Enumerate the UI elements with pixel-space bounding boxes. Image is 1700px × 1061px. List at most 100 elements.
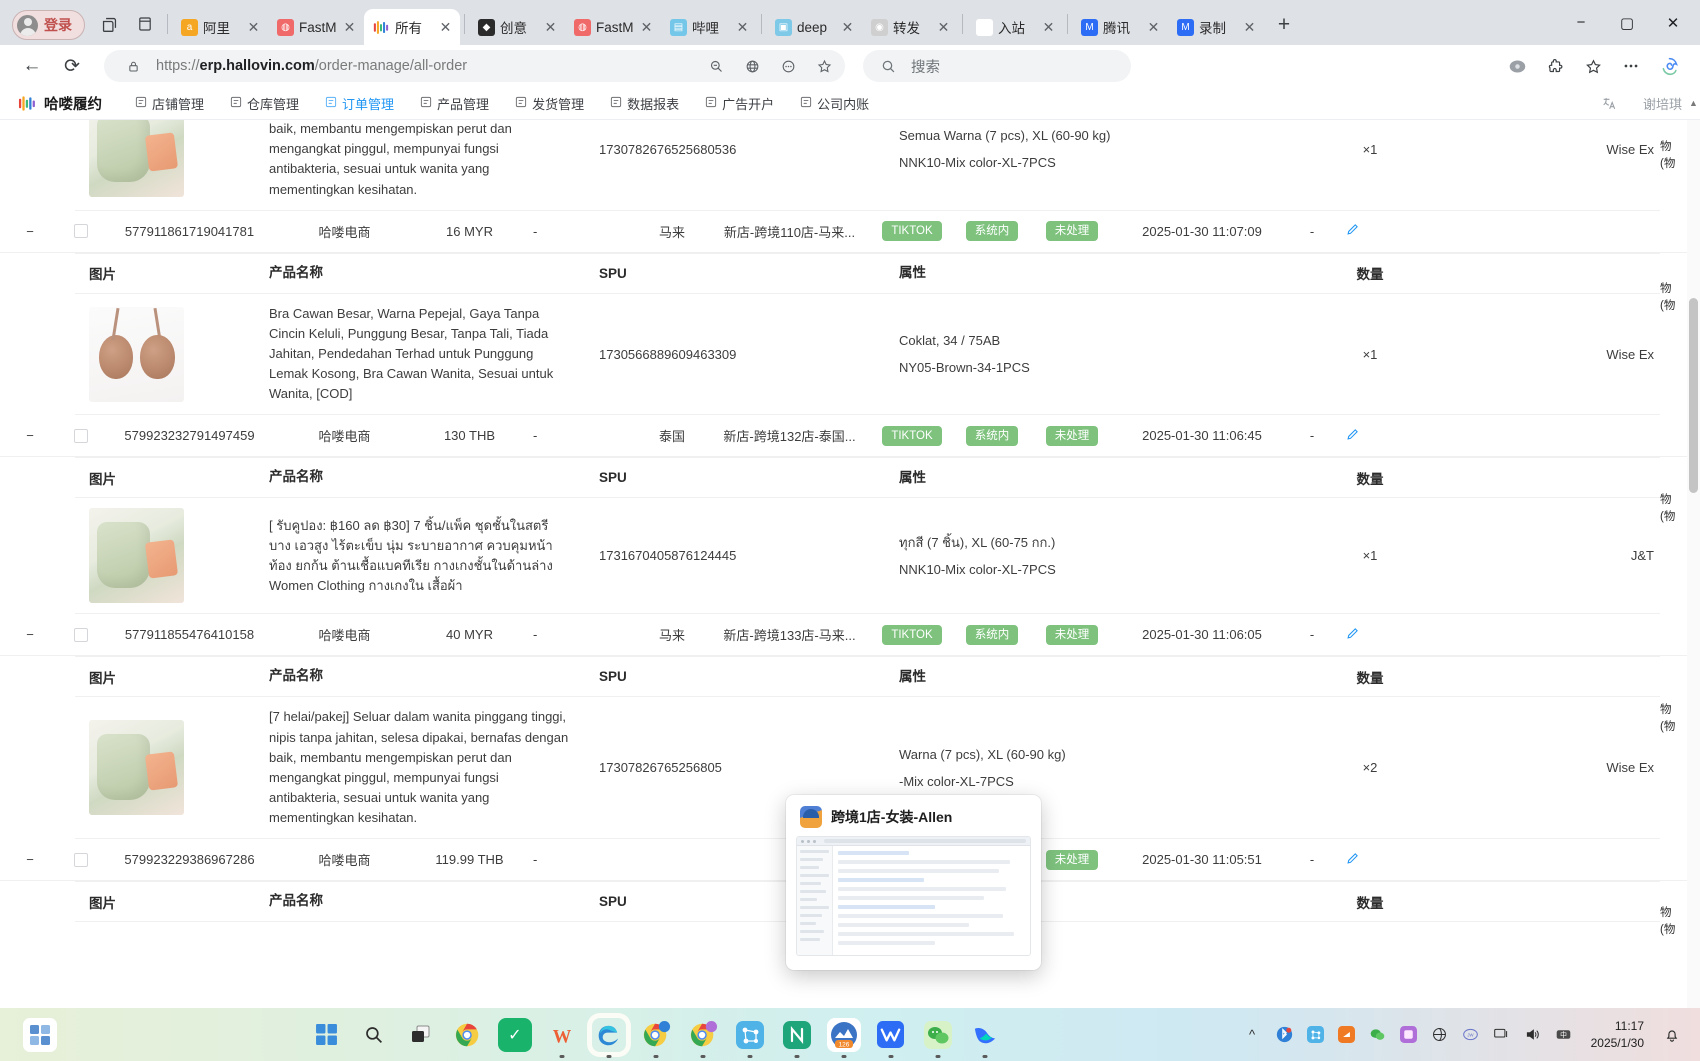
chrome-profile-icon[interactable] — [639, 1018, 673, 1052]
browser-tab-7[interactable]: ◉ 转发 ✕ — [862, 9, 958, 45]
taskbar-clock[interactable]: 11:17 2025/1/30 — [1585, 1018, 1650, 1050]
browser-tab-close-icon[interactable]: ✕ — [1242, 19, 1257, 36]
search-tray-icon[interactable]: JW — [1460, 1024, 1481, 1045]
edge-icon[interactable] — [592, 1018, 626, 1052]
browser-tab-close-icon[interactable]: ✕ — [639, 19, 654, 36]
nav-item-5[interactable]: 数据报表 — [597, 94, 692, 113]
browser-tab-close-icon[interactable]: ✕ — [1041, 19, 1056, 36]
order-edit-button[interactable] — [1332, 223, 1372, 239]
order-row-checkbox[interactable] — [60, 852, 102, 867]
network-tool-icon[interactable] — [733, 1018, 767, 1052]
translate-page-icon[interactable] — [739, 53, 765, 79]
search-box[interactable]: 搜索 — [863, 50, 1131, 82]
close-button[interactable]: ✕ — [1650, 1, 1696, 45]
chrome-icon[interactable] — [451, 1018, 485, 1052]
browser-tab-10[interactable]: M 录制 ✕ — [1168, 9, 1264, 45]
brand[interactable]: 哈喽履约 — [18, 93, 102, 114]
vertical-tabs-icon[interactable] — [130, 9, 160, 39]
underwear-thumb[interactable] — [89, 120, 184, 197]
tray-expand-icon[interactable]: ^ — [1242, 1024, 1263, 1045]
back-button[interactable]: ← — [14, 48, 50, 84]
network-tray-icon[interactable] — [1305, 1024, 1326, 1045]
edit-pencil-icon[interactable] — [1346, 852, 1359, 868]
checkbox-box[interactable] — [74, 852, 88, 867]
favorites-icon[interactable] — [1576, 49, 1610, 83]
notification-bell-icon[interactable] — [1661, 1024, 1682, 1045]
reload-button[interactable]: ⟳ — [54, 48, 90, 84]
browser-tab-8[interactable]: ▭ 入站 ✕ — [967, 9, 1063, 45]
chrome-profile2-icon[interactable] — [686, 1018, 720, 1052]
scrollbar-thumb[interactable] — [1689, 298, 1698, 493]
maximize-button[interactable]: ▢ — [1604, 1, 1650, 45]
new-tab-button[interactable]: + — [1270, 11, 1298, 39]
wps-mail-icon[interactable]: ✓ — [497, 1017, 532, 1052]
edit-pencil-icon[interactable] — [1346, 429, 1359, 444]
task-view-icon[interactable] — [404, 1018, 438, 1052]
order-edit-button[interactable] — [1332, 852, 1372, 868]
ime-tray-icon[interactable]: 中 — [1553, 1024, 1574, 1045]
translator-tray-icon[interactable] — [1429, 1024, 1450, 1045]
checkbox-box[interactable] — [74, 428, 88, 443]
underwear-thumb[interactable] — [89, 720, 184, 816]
user-name[interactable]: 谢培琪 — [1643, 94, 1682, 113]
bookmark-star-icon[interactable] — [811, 53, 837, 79]
order-row-checkbox[interactable] — [60, 627, 102, 642]
app-tray-icon[interactable] — [1398, 1024, 1419, 1045]
split-screen-icon[interactable] — [94, 9, 124, 39]
order-edit-button[interactable] — [1332, 627, 1372, 643]
sync-tray-icon[interactable] — [1336, 1024, 1357, 1045]
browser-tab-4[interactable]: ◍ FastM ✕ — [565, 9, 661, 45]
checkbox-box[interactable] — [74, 627, 88, 642]
media-icon[interactable] — [1500, 49, 1534, 83]
extensions-icon[interactable] — [1538, 49, 1572, 83]
order-expand-toggle[interactable]: − — [0, 428, 60, 443]
browser-tab-close-icon[interactable]: ✕ — [543, 19, 558, 36]
profile-login-button[interactable]: 登录 — [12, 10, 85, 40]
more-icon[interactable] — [1614, 49, 1648, 83]
underwear-thumb[interactable] — [89, 508, 184, 604]
browser-tab-close-icon[interactable]: ✕ — [936, 19, 951, 36]
wechat-contact-popup[interactable]: 跨境1店-女装-Allen — [786, 795, 1041, 970]
nav-item-3[interactable]: 产品管理 — [407, 94, 502, 113]
wechat-tray-icon[interactable] — [1367, 1024, 1388, 1045]
minimize-button[interactable]: − — [1558, 1, 1604, 45]
browser-tab-close-icon[interactable]: ✕ — [342, 19, 357, 36]
nav-item-1[interactable]: 仓库管理 — [217, 94, 312, 113]
order-expand-toggle[interactable]: − — [0, 852, 60, 867]
browser-tab-3[interactable]: ◆ 创意 ✕ — [469, 9, 565, 45]
display-tray-icon[interactable] — [1491, 1024, 1512, 1045]
browser-tab-0[interactable]: a 阿里 ✕ — [172, 9, 268, 45]
volume-tray-icon[interactable] — [1522, 1024, 1543, 1045]
feishu-icon[interactable] — [968, 1018, 1002, 1052]
hallovin-app-icon[interactable]: 126 — [826, 1017, 861, 1052]
notion-icon[interactable] — [780, 1018, 814, 1052]
nav-item-7[interactable]: 公司内账 — [787, 94, 882, 113]
browser-tab-1[interactable]: ◍ FastM ✕ — [268, 9, 364, 45]
checkbox-box[interactable] — [74, 224, 88, 239]
wps-writer-icon[interactable]: W — [545, 1018, 579, 1052]
start-button[interactable] — [310, 1018, 344, 1052]
order-row-checkbox[interactable] — [60, 224, 102, 239]
more-circle-icon[interactable] — [775, 53, 801, 79]
language-switch-icon[interactable] — [1602, 96, 1617, 111]
order-row-checkbox[interactable] — [60, 428, 102, 443]
order-row[interactable]: − 577911855476410158 哈喽电商 40 MYR - 马来 新店-跨境133… — [0, 614, 1700, 657]
bluetooth-tray-icon[interactable] — [1274, 1024, 1295, 1045]
copilot-icon[interactable] — [1652, 49, 1686, 83]
nav-item-4[interactable]: 发货管理 — [502, 94, 597, 113]
browser-tab-5[interactable]: ▤ 哔哩 ✕ — [661, 9, 757, 45]
nav-item-6[interactable]: 广告开户 — [692, 94, 787, 113]
bra-thumb[interactable] — [89, 306, 184, 402]
wechat-icon[interactable] — [921, 1018, 955, 1052]
browser-tab-close-icon[interactable]: ✕ — [246, 19, 261, 36]
popup-preview-thumbnail[interactable] — [796, 836, 1031, 956]
address-bar[interactable]: https://erp.hallovin.com/order-manage/al… — [104, 50, 845, 82]
order-row[interactable]: − 577911861719041781 哈喽电商 16 MYR - 马来 新店-跨境110… — [0, 210, 1700, 253]
browser-tab-6[interactable]: ▣ deep ✕ — [766, 9, 862, 45]
browser-tab-close-icon[interactable]: ✕ — [1146, 19, 1161, 36]
scroll-up-arrow[interactable]: ▲ — [1688, 98, 1699, 108]
search-taskbar-icon[interactable] — [357, 1018, 391, 1052]
order-edit-button[interactable] — [1332, 428, 1372, 444]
edit-pencil-icon[interactable] — [1346, 224, 1359, 239]
tencent-meeting-icon[interactable] — [874, 1018, 908, 1052]
